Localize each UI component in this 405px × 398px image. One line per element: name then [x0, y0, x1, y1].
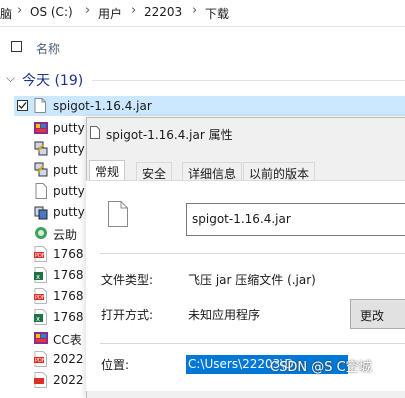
installer-icon [34, 330, 48, 346]
chevron-right-icon: › [192, 3, 198, 18]
chevron-right-icon: › [17, 3, 23, 18]
file-icon [90, 126, 100, 139]
file-type-label: 文件类型: [101, 273, 154, 287]
file-name: putty [53, 121, 85, 135]
breadcrumb-fragment[interactable]: 脑 [0, 5, 12, 22]
watermark: CSDN @S C空城 [270, 360, 372, 375]
file-name: 1768 [53, 247, 84, 261]
putty-icon [34, 204, 48, 220]
file-name: putty [53, 205, 85, 219]
breadcrumb-downloads[interactable]: 下载 [205, 5, 229, 22]
breadcrumb-22203[interactable]: 22203 [144, 5, 182, 19]
divider [100, 253, 405, 254]
list-item[interactable]: putty [0, 139, 90, 159]
pdf-icon: PDF [34, 246, 48, 262]
location-label: 位置: [101, 358, 130, 372]
app-icon [34, 225, 48, 241]
svg-text:x: x [36, 315, 40, 323]
group-label: 今天 (19) [22, 73, 84, 89]
list-item[interactable]: PDF 1768 [0, 286, 90, 306]
open-with-value: 未知应用程序 [188, 308, 261, 322]
svg-text:PDF: PDF [35, 358, 45, 364]
chevron-right-icon: › [131, 3, 137, 18]
list-item[interactable]: x 1768 [0, 265, 90, 285]
putty-icon [34, 162, 48, 178]
change-button-label: 更改 [360, 309, 385, 323]
file-name: putty [53, 184, 85, 198]
pdf-icon: PDF [34, 288, 48, 304]
list-item[interactable]: putty [0, 181, 90, 201]
file-name: CC表 [53, 333, 82, 347]
open-with-label: 打开方式: [101, 308, 154, 322]
address-bar[interactable]: 脑 › OS (C:) › 用户 › 22203 › 下载 [0, 0, 405, 27]
excel-icon: x [34, 267, 48, 283]
column-header: 名称 [0, 34, 405, 60]
excel-icon: x [34, 309, 48, 325]
list-item[interactable]: CC表 [0, 328, 90, 348]
filename-value: spigot-1.16.4.jar [192, 212, 291, 226]
tab-details[interactable]: 详细信息 [182, 162, 243, 182]
file-name: 2022 [53, 352, 84, 366]
column-name-header[interactable]: 名称 [36, 40, 60, 57]
svg-text:PDF: PDF [35, 295, 45, 301]
svg-text:x: x [36, 273, 40, 281]
jar-file-icon [34, 98, 46, 113]
svg-text:PDF: PDF [35, 253, 45, 259]
list-item[interactable]: 2022 [0, 370, 90, 390]
installer-icon [34, 120, 48, 136]
chevron-right-icon: › [85, 3, 91, 18]
file-name: putty [53, 142, 85, 156]
change-button[interactable]: 更改 [350, 299, 405, 329]
list-item[interactable]: PDF 1768 [0, 244, 90, 264]
file-name: 云助 [53, 228, 78, 242]
table-row-selected[interactable]: spigot-1.16.4.jar [14, 96, 405, 116]
list-item[interactable]: putt [0, 160, 90, 180]
filename-field[interactable]: spigot-1.16.4.jar [186, 203, 405, 236]
list-item[interactable]: 云助 [0, 223, 90, 243]
breadcrumb-users[interactable]: 用户 [98, 5, 122, 22]
pdf-icon [34, 372, 48, 388]
list-item[interactable]: x 1768 [0, 307, 90, 327]
group-header-today[interactable]: ⌵ 今天 (19) [0, 68, 405, 92]
file-name: 1768 [53, 310, 84, 324]
putty-icon [34, 141, 48, 157]
dialog-title: spigot-1.16.4.jar 属性 [106, 128, 233, 142]
file-name: 1768 [53, 289, 84, 303]
divider [100, 343, 405, 344]
tab-previous-versions[interactable]: 以前的版本 [243, 162, 316, 182]
row-checkbox[interactable] [17, 100, 28, 111]
tab-security[interactable]: 安全 [136, 162, 173, 182]
blank-file-icon [34, 183, 48, 199]
chevron-down-icon[interactable]: ⌵ [6, 71, 15, 86]
file-name: 1768 [53, 268, 84, 282]
tab-general[interactable]: 常规 [89, 160, 126, 182]
list-item[interactable]: putty [0, 202, 90, 222]
file-name: putt [53, 163, 78, 177]
list-item[interactable]: putty [0, 118, 90, 138]
list-item[interactable]: PDF 2022 [0, 349, 90, 369]
breadcrumb-os-c[interactable]: OS (C:) [30, 5, 73, 19]
large-file-icon [108, 201, 128, 227]
pdf-icon: PDF [34, 351, 48, 367]
file-name: 2022 [53, 373, 84, 387]
select-all-checkbox[interactable] [11, 41, 22, 52]
group-divider [92, 80, 405, 81]
file-name: spigot-1.16.4.jar [53, 99, 152, 113]
file-type-value: 飞压 jar 压缩文件 (.jar) [188, 273, 316, 287]
